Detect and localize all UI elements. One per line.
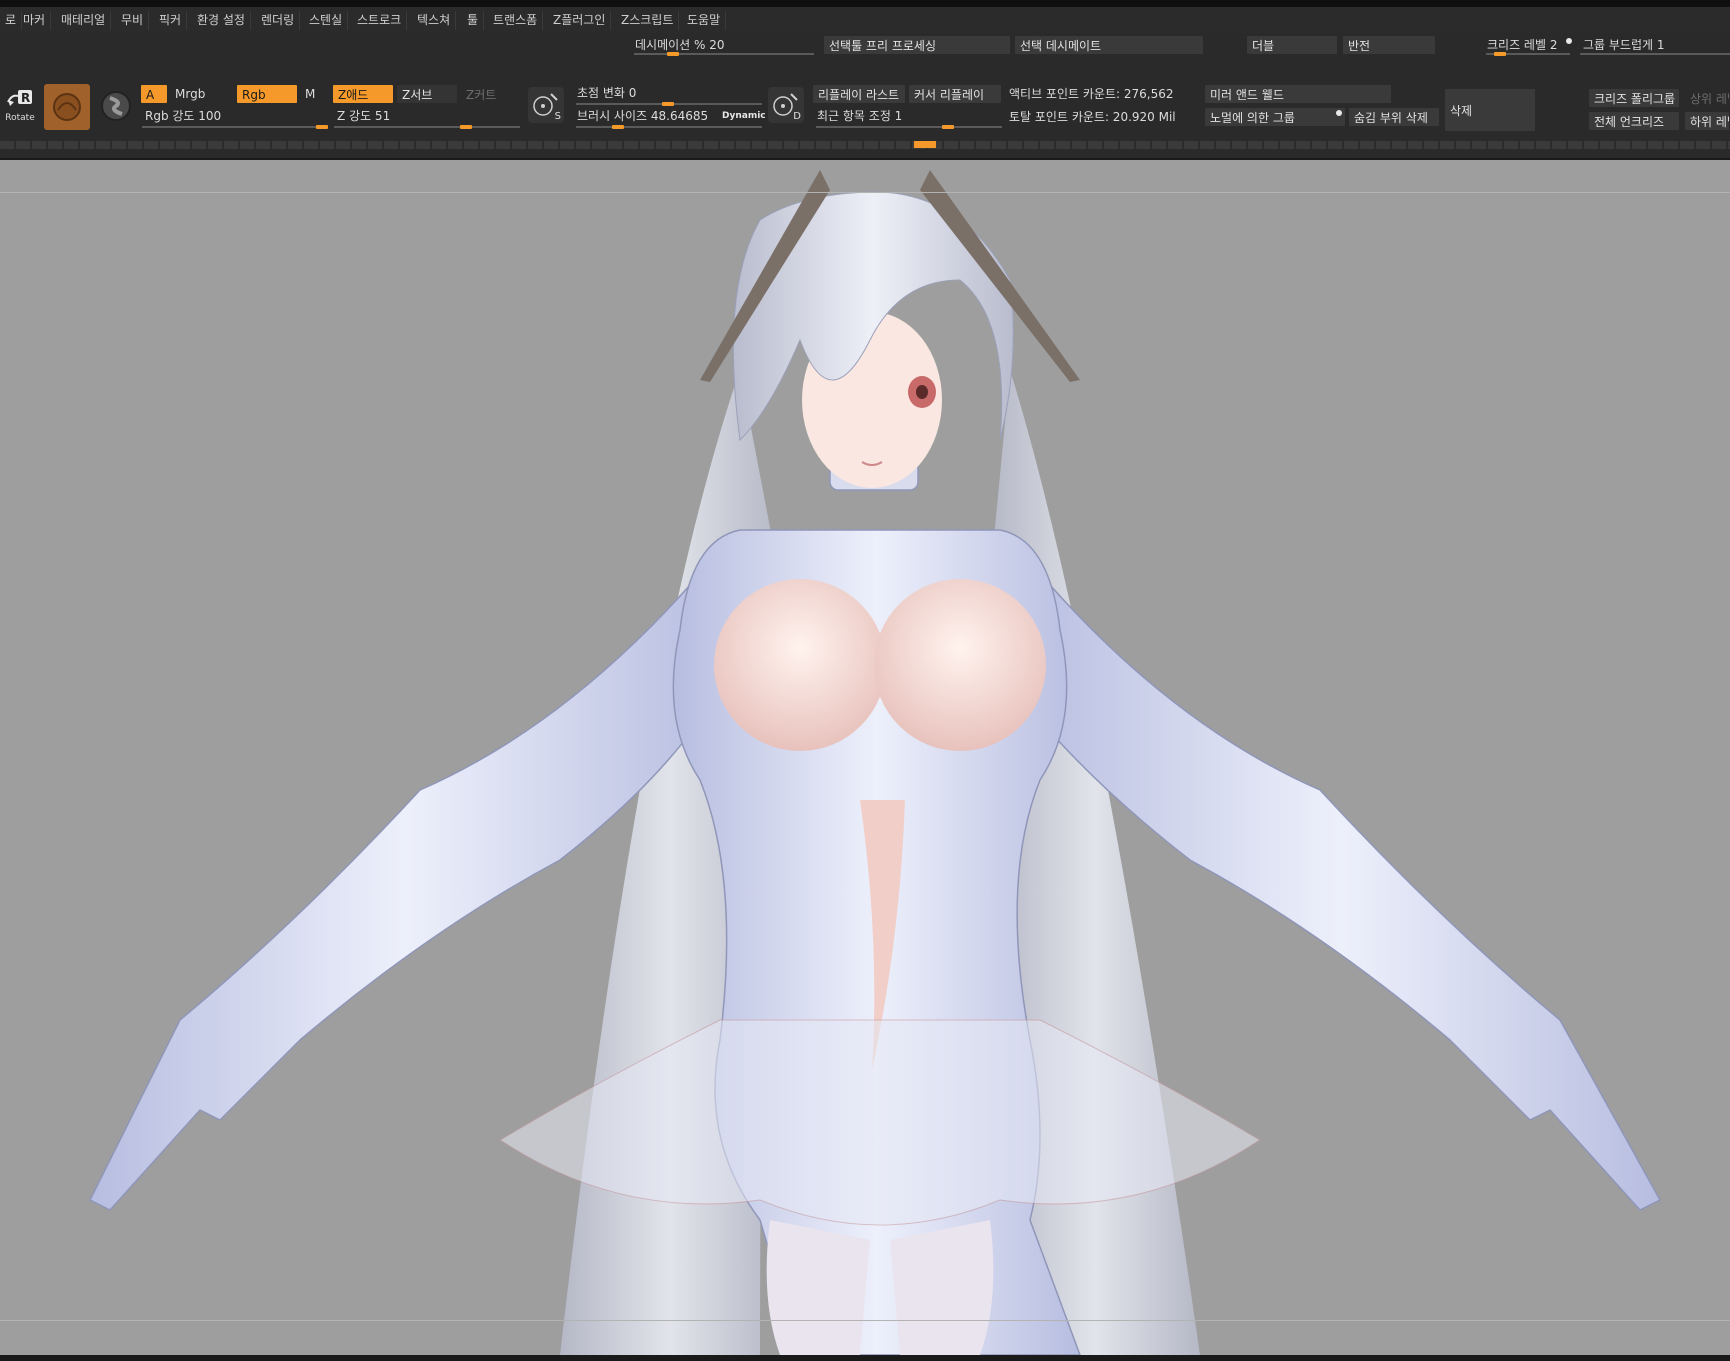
menu-item-texture[interactable]: 텍스쳐	[412, 11, 457, 30]
uncrease-all-button[interactable]: 전체 언크리즈	[1588, 111, 1680, 131]
menu-item-stroke[interactable]: 스트로크	[352, 11, 408, 30]
svg-text:R: R	[21, 91, 30, 105]
rgb-button[interactable]: Rgb	[236, 84, 298, 104]
menu-item-zscript[interactable]: Z스크립트	[616, 11, 680, 30]
group-by-normals-dot-icon[interactable]	[1336, 110, 1342, 116]
rgb-intensity-label[interactable]: Rgb 강도 100	[142, 106, 224, 126]
mrgb-button[interactable]: Mrgb	[172, 84, 208, 104]
a-button[interactable]: A	[140, 84, 168, 104]
menu-item-zplugin[interactable]: Z플러그인	[548, 11, 612, 30]
menu-item-marker[interactable]: 마커	[18, 11, 52, 30]
decimation-slider-label[interactable]: 데시메이션 % 20	[632, 35, 728, 55]
zcut-button[interactable]: Z커트	[460, 84, 512, 104]
brush-size-label[interactable]: 브러시 사이즈 48.64685	[574, 106, 711, 126]
material-sphere-icon	[53, 93, 81, 121]
dynamic-toggle[interactable]: Dynamic	[722, 106, 766, 126]
brush-size-track[interactable]	[576, 126, 762, 128]
canvas-bottom-guide	[0, 1320, 1730, 1321]
lazy-mouse-d-button[interactable]: D	[768, 87, 804, 123]
focal-shift-label[interactable]: 초점 변화 0	[574, 83, 639, 103]
rgb-intensity-track[interactable]	[142, 126, 328, 128]
bottom-bar	[0, 1355, 1730, 1361]
upper-level-button[interactable]: 상위 레벨	[1684, 88, 1730, 108]
menu-item-render[interactable]: 렌더링	[256, 11, 301, 30]
mirror-weld-button[interactable]: 미러 앤드 웰드	[1204, 84, 1392, 104]
menu-item-movie[interactable]: 무비	[116, 11, 150, 30]
zsub-button[interactable]: Z서브	[396, 84, 458, 104]
z-intensity-knob[interactable]	[460, 125, 472, 129]
crease-level-dot-icon[interactable]	[1566, 38, 1572, 44]
brush-size-knob[interactable]	[612, 125, 624, 129]
material-button[interactable]	[44, 84, 90, 130]
title-strip	[0, 0, 1730, 7]
menu-item-tool[interactable]: 툴	[462, 11, 485, 30]
right-leg	[890, 1220, 994, 1355]
alpha-button[interactable]	[98, 88, 134, 124]
replay-last-button[interactable]: 리플레이 라스트	[812, 84, 906, 104]
crease-level-knob[interactable]	[1494, 52, 1506, 56]
canvas-top-guide	[0, 192, 1730, 193]
flip-button[interactable]: 반전	[1342, 35, 1436, 55]
active-point-count: 액티브 포인트 카운트: 276,562	[1009, 87, 1174, 101]
menu-item-picker[interactable]: 픽커	[154, 11, 188, 30]
menu-item-stencil[interactable]: 스텐실	[304, 11, 349, 30]
cursor-replay-button[interactable]: 커서 리플레이	[908, 84, 1002, 104]
decimation-slider-track[interactable]	[634, 53, 814, 55]
chest-right	[874, 579, 1046, 751]
rotate-button[interactable]: R Rotate	[4, 88, 36, 123]
lower-level-button[interactable]: 하위 레벨	[1684, 111, 1730, 131]
menu-item-preferences[interactable]: 환경 설정	[192, 11, 251, 30]
rotate-label: Rotate	[5, 113, 35, 123]
double-button[interactable]: 더블	[1246, 35, 1338, 55]
crease-polygroups-button[interactable]: 크리즈 폴리그룹	[1588, 88, 1680, 108]
left-leg	[766, 1220, 870, 1355]
selection-decimate-button[interactable]: 선택 데시메이트	[1014, 35, 1204, 55]
total-point-count: 토탈 포인트 카운트: 20.920 Mil	[1009, 110, 1176, 124]
menu-item-help[interactable]: 도움말	[682, 11, 727, 30]
sculpt-model[interactable]	[0, 160, 1730, 1355]
menu-item-transform[interactable]: 트랜스폼	[488, 11, 544, 30]
delete-button[interactable]: 삭제	[1444, 88, 1536, 132]
brush-alpha-icon	[101, 91, 131, 121]
z-intensity-label[interactable]: Z 강도 51	[334, 106, 393, 126]
delete-hidden-button[interactable]: 숨김 부위 삭제	[1348, 107, 1440, 127]
recent-adjust-track[interactable]	[816, 126, 1002, 128]
selection-preprocess-button[interactable]: 선택툴 프리 프로세싱	[823, 35, 1011, 55]
chest-left	[714, 579, 886, 751]
d-label: D	[793, 111, 801, 122]
recent-adjust-knob[interactable]	[942, 125, 954, 129]
recent-adjust-label[interactable]: 최근 항목 조정 1	[814, 106, 905, 126]
group-by-normals-button[interactable]: 노멀에 의한 그룹	[1204, 107, 1346, 127]
rotate-icon: R	[7, 90, 32, 106]
lazy-mouse-s-button[interactable]: S	[528, 87, 564, 123]
zadd-button[interactable]: Z애드	[332, 84, 394, 104]
m-button[interactable]: M	[302, 84, 318, 104]
s-label: S	[554, 111, 561, 122]
progress-indicator	[914, 141, 936, 148]
menu-bar: 로 마커 매테리얼 무비 픽커 환경 설정 렌더링 스텐실 스트로크 텍스쳐 툴…	[0, 7, 1730, 33]
rgb-intensity-knob[interactable]	[316, 125, 328, 129]
group-smooth-track[interactable]	[1580, 53, 1730, 55]
progress-strip	[0, 141, 1730, 149]
menu-item-material[interactable]: 매테리얼	[56, 11, 112, 30]
pupil	[916, 385, 928, 399]
decimation-slider-knob[interactable]	[667, 52, 679, 56]
z-intensity-track[interactable]	[334, 126, 520, 128]
group-smooth-label[interactable]: 그룹 부드럽게 1	[1580, 35, 1668, 55]
canvas-viewport[interactable]	[0, 160, 1730, 1355]
